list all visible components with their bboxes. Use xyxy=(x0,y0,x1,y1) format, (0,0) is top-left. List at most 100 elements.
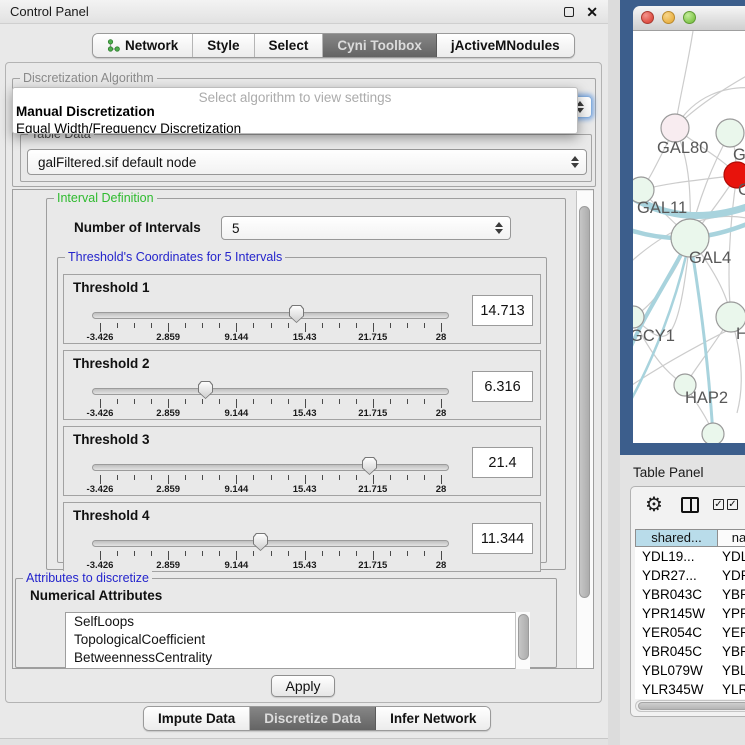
threshold-slider-track[interactable] xyxy=(92,464,449,471)
scrollbar-thumb[interactable] xyxy=(518,614,529,660)
discretization-algorithm-title: Discretization Algorithm xyxy=(20,71,157,85)
slider-tick-labels: -3.4262.8599.14415.4321.71528 xyxy=(100,332,441,343)
tab-network[interactable]: Network xyxy=(93,34,193,57)
network-node-green[interactable] xyxy=(702,423,724,443)
attribute-list-item[interactable]: TopologicalCoefficient xyxy=(66,631,529,649)
threshold-slider-thumb[interactable] xyxy=(253,533,268,551)
slider-ticks xyxy=(100,399,441,408)
cell-name: YPR1 xyxy=(718,604,745,623)
table-row[interactable]: YBR043CYBR0 xyxy=(635,585,745,604)
dropdown-prompt: Select algorithm to view settings xyxy=(13,88,577,103)
dropdown-option[interactable]: Manual Discretization xyxy=(13,103,577,120)
table-row[interactable]: YDR27...YDR2 xyxy=(635,566,745,585)
table-data-combo[interactable]: galFiltered.sif default node xyxy=(27,149,587,175)
dropdown-option[interactable]: Equal Width/Frequency Discretization xyxy=(13,120,577,134)
close-icon[interactable]: ✕ xyxy=(586,5,598,19)
scrollbar-thumb[interactable] xyxy=(579,206,590,598)
table-row[interactable]: YPR145WYPR1 xyxy=(635,604,745,623)
attribute-list-item[interactable]: SelfLoops xyxy=(66,613,529,631)
apply-button[interactable]: Apply xyxy=(271,675,335,697)
tab-label: Network xyxy=(125,38,178,53)
cell-shared-name: YER054C xyxy=(635,623,718,642)
threshold-value-field[interactable]: 21.4 xyxy=(472,447,533,478)
tab-style[interactable]: Style xyxy=(193,34,254,57)
settings-scroll-viewport: Interval Definition Number of Intervals … xyxy=(12,189,594,669)
tab-impute-data[interactable]: Impute Data xyxy=(144,707,250,730)
table-row[interactable]: YDL19...YDL1 xyxy=(635,547,745,566)
number-of-intervals-value: 5 xyxy=(232,221,240,236)
tab-select[interactable]: Select xyxy=(255,34,324,57)
float-window-icon[interactable] xyxy=(564,7,574,17)
table-body: YDL19...YDL1YDR27...YDR2YBR043CYBR0YPR14… xyxy=(635,547,745,699)
split-columns-icon[interactable] xyxy=(681,497,699,513)
column-header-name[interactable]: na xyxy=(718,529,745,547)
network-node-label: GAL80 xyxy=(657,139,708,157)
tab-label: Select xyxy=(269,38,309,53)
network-node-label: GAL4 xyxy=(689,249,731,267)
cell-name: YBR0 xyxy=(718,585,745,604)
table-data-group: Table Data galFiltered.sif default node xyxy=(20,134,592,182)
threshold-slider-thumb[interactable] xyxy=(362,457,377,475)
table-row[interactable]: YER054CYER0 xyxy=(635,623,745,642)
network-icon xyxy=(107,39,120,52)
table-row[interactable]: YBR045CYBR0 xyxy=(635,642,745,661)
number-of-intervals-combo[interactable]: 5 xyxy=(221,216,511,240)
threshold-slider-track[interactable] xyxy=(92,540,449,547)
threshold-value-field[interactable]: 11.344 xyxy=(472,523,533,554)
threshold-slider-track[interactable] xyxy=(92,388,449,395)
network-edge[interactable] xyxy=(729,175,737,317)
thresholds-group: Threshold's Coordinates for 5 Intervals … xyxy=(57,257,547,563)
slider-tick-labels: -3.4262.8599.14415.4321.71528 xyxy=(100,560,441,571)
tab-label: Infer Network xyxy=(390,711,476,726)
close-traffic-light-icon[interactable] xyxy=(641,11,654,24)
tab-label: Cyni Toolbox xyxy=(337,38,422,53)
threshold-slider-thumb[interactable] xyxy=(289,305,304,323)
table-row[interactable]: YBL079WYBL0 xyxy=(635,661,745,680)
threshold-value-field[interactable]: 14.713 xyxy=(472,295,533,326)
control-panel-tabbar: Network Style Select Cyni Toolbox jActiveMNo… xyxy=(92,33,575,58)
tab-infer-network[interactable]: Infer Network xyxy=(376,707,490,730)
attribute-list-item[interactable]: BetweennessCentrality xyxy=(66,649,529,667)
threshold-label: Threshold 1 xyxy=(73,280,150,295)
threshold-slider-thumb[interactable] xyxy=(198,381,213,399)
network-node-pink[interactable] xyxy=(661,114,689,142)
column-header-shared-name[interactable]: shared... xyxy=(635,529,718,547)
table-horizontal-scrollbar[interactable] xyxy=(635,700,745,712)
attributes-group: Attributes to discretize Numerical Attri… xyxy=(15,578,557,668)
viewport-scrollbar[interactable] xyxy=(576,191,593,668)
network-node-label: H xyxy=(736,325,745,343)
threshold-label: Threshold 4 xyxy=(73,508,150,523)
cell-name: YBL0 xyxy=(718,661,745,680)
checkbox-icon[interactable]: ✓ xyxy=(727,499,738,510)
threshold-slider-track[interactable] xyxy=(92,312,449,319)
numerical-attributes-list[interactable]: SelfLoopsTopologicalCoefficientBetweenne… xyxy=(65,612,530,669)
control-panel-titlebar: Control Panel ✕ xyxy=(0,0,608,24)
slider-ticks xyxy=(100,475,441,484)
cell-shared-name: YDL19... xyxy=(635,547,718,566)
table-panel-title: Table Panel xyxy=(633,465,704,480)
cell-shared-name: YBR043C xyxy=(635,585,718,604)
table-panel-area: Table Panel ⚙ ✓ ✓ shared... na YDL19...Y… xyxy=(620,455,745,745)
network-node-green[interactable] xyxy=(716,119,744,147)
gear-icon[interactable]: ⚙ xyxy=(645,495,663,515)
network-view-window: GAL80GAGAL11CGAL4GCY1HHAP2 xyxy=(620,0,745,455)
tab-jactivemnodules[interactable]: jActiveMNodules xyxy=(437,34,574,57)
scrollbar-thumb[interactable] xyxy=(638,702,745,710)
table-data-value: galFiltered.sif default node xyxy=(38,155,196,170)
panel-splitter[interactable] xyxy=(608,0,620,745)
network-node-label: GAL11 xyxy=(637,199,687,217)
interval-definition-title: Interval Definition xyxy=(54,191,157,205)
checkbox-icon[interactable]: ✓ xyxy=(713,499,724,510)
zoom-traffic-light-icon[interactable] xyxy=(683,11,696,24)
dropdown-options: Manual DiscretizationEqual Width/Frequen… xyxy=(13,103,577,134)
cell-shared-name: YLR345W xyxy=(635,680,718,699)
network-canvas[interactable]: GAL80GAGAL11CGAL4GCY1HHAP2 xyxy=(633,31,745,443)
threshold-value-field[interactable]: 6.316 xyxy=(472,371,533,402)
table-row[interactable]: YLR345WYLR3 xyxy=(635,680,745,699)
tab-discretize-data[interactable]: Discretize Data xyxy=(250,707,376,730)
tab-cyni-toolbox[interactable]: Cyni Toolbox xyxy=(323,34,437,57)
attributes-list-scrollbar[interactable] xyxy=(515,612,530,669)
cell-name: YDL1 xyxy=(718,547,745,566)
minimize-traffic-light-icon[interactable] xyxy=(662,11,675,24)
combo-arrows-icon xyxy=(495,217,503,239)
